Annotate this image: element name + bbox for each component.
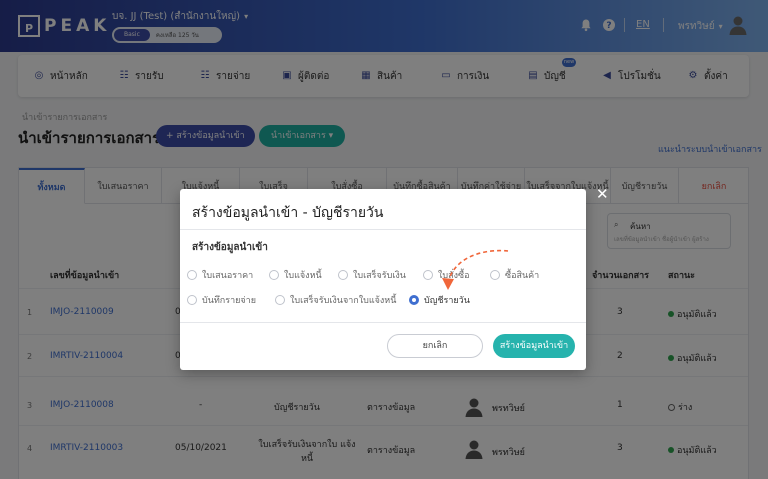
create-import-submit-button[interactable]: สร้างข้อมูลนำเข้า	[493, 334, 575, 358]
hint-arrow-icon	[442, 249, 509, 290]
modal-title: สร้างข้อมูลนำเข้า - บัญชีรายวัน	[192, 205, 384, 221]
cancel-button[interactable]: ยกเลิก	[387, 334, 483, 358]
radio-button[interactable]	[187, 295, 197, 305]
option-label: ใบเสร็จรับเงิน	[353, 271, 406, 281]
option-expense-record[interactable]: บันทึกรายจ่าย	[187, 293, 256, 307]
modal-subtitle: สร้างข้อมูลนำเข้า	[192, 242, 268, 253]
radio-button[interactable]	[338, 270, 348, 280]
option-journal[interactable]: บัญชีรายวัน	[409, 293, 470, 307]
option-quotation[interactable]: ใบเสนอราคา	[187, 268, 253, 282]
radio-button[interactable]	[187, 270, 197, 280]
option-label: ใบแจ้งหนี้	[284, 271, 322, 281]
radio-button[interactable]	[269, 270, 279, 280]
radio-button[interactable]	[423, 270, 433, 280]
option-label: ใบเสร็จรับเงินจากใบแจ้งหนี้	[290, 296, 397, 306]
close-icon[interactable]: ✕	[596, 185, 609, 203]
create-import-modal: สร้างข้อมูลนำเข้า - บัญชีรายวัน สร้างข้อ…	[180, 189, 586, 370]
option-label: บัญชีรายวัน	[424, 296, 470, 306]
option-receipt-from-invoice[interactable]: ใบเสร็จรับเงินจากใบแจ้งหนี้	[275, 293, 396, 307]
modal-divider	[180, 229, 586, 230]
option-invoice[interactable]: ใบแจ้งหนี้	[269, 268, 322, 282]
radio-button-selected[interactable]	[409, 295, 419, 305]
option-receipt[interactable]: ใบเสร็จรับเงิน	[338, 268, 406, 282]
radio-button[interactable]	[275, 295, 285, 305]
option-label: บันทึกรายจ่าย	[202, 296, 257, 306]
modal-divider	[180, 322, 586, 323]
option-label: ใบเสนอราคา	[202, 271, 254, 281]
